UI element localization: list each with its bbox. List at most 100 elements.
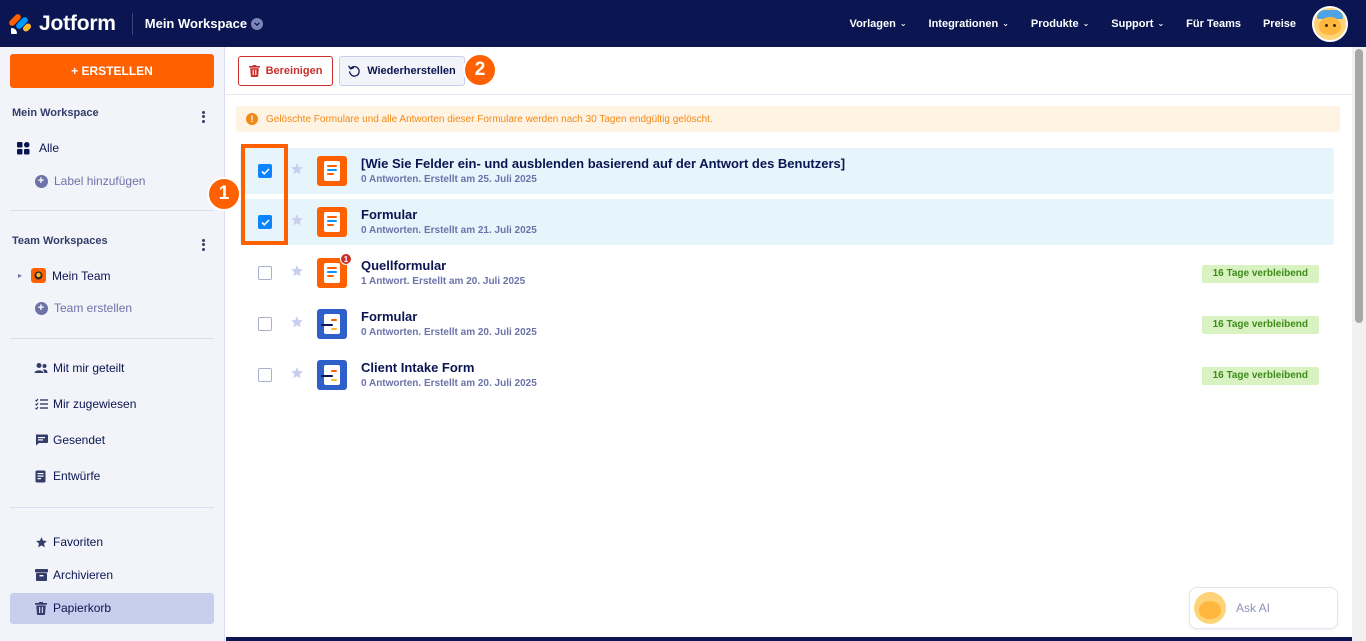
row-checkbox[interactable] <box>258 266 272 280</box>
nav-preise[interactable]: Preise <box>1263 18 1296 30</box>
clean-button-label: Bereinigen <box>265 65 323 77</box>
warning-icon: ! <box>246 113 258 125</box>
sidebar-item-drafts[interactable]: Entwürfe <box>34 469 100 483</box>
form-meta: 0 Antworten. Erstellt am 25. Juli 2025 <box>361 174 537 185</box>
users-icon <box>34 361 48 375</box>
main-nav: Vorlagen ⌄ Integrationen ⌄ Produkte ⌄ Suppo… <box>828 0 1348 47</box>
form-icon <box>317 207 347 237</box>
checklist-icon <box>34 397 48 411</box>
form-title[interactable]: Formular <box>361 207 417 222</box>
jotform-logo[interactable]: Jotform <box>7 12 116 36</box>
team-workspaces-title: Team Workspaces <box>12 235 108 247</box>
form-meta: 0 Antworten. Erstellt am 20. Juli 2025 <box>361 378 537 389</box>
nav-label: Vorlagen <box>849 17 896 30</box>
star-icon[interactable] <box>290 162 304 176</box>
top-navigation-bar: Jotform Mein Workspace Vorlagen ⌄ Integra… <box>0 0 1366 47</box>
ask-ai-button[interactable]: Ask AI <box>1189 587 1338 629</box>
nav-label: Produkte <box>1030 17 1079 30</box>
star-icon[interactable] <box>290 366 304 380</box>
grid-icon <box>16 141 30 155</box>
add-label-button[interactable]: + Label hinzufügen <box>34 174 145 188</box>
notification-badge: 1 <box>340 253 352 265</box>
list-item[interactable]: 1 Quellformular 1 Antwort. Erstellt am 2… <box>240 250 1334 296</box>
caret-right-icon: ▸ <box>18 271 23 280</box>
sidebar-item-archive[interactable]: Archivieren <box>34 568 113 582</box>
list-item[interactable]: Client Intake Form 0 Antworten. Erstellt… <box>240 352 1334 398</box>
days-remaining-badge: 16 Tage verbleibend <box>1201 367 1319 385</box>
sidebar-item-favorites[interactable]: Favoriten <box>34 535 103 549</box>
sidebar-item-assigned[interactable]: Mir zugewiesen <box>34 397 136 411</box>
sidebar-item-label: Papierkorb <box>53 601 112 615</box>
team-icon <box>31 268 47 283</box>
days-remaining-badge: 16 Tage verbleibend <box>1201 265 1319 283</box>
form-meta: 0 Antworten. Erstellt am 20. Juli 2025 <box>361 327 537 338</box>
sidebar-item-sent[interactable]: Gesendet <box>34 433 105 447</box>
sidebar-item-shared[interactable]: Mit mir geteilt <box>34 361 124 375</box>
row-checkbox[interactable] <box>258 317 272 331</box>
chevron-down-icon <box>251 17 264 30</box>
scrollbar-thumb[interactable] <box>1355 49 1363 323</box>
archive-icon <box>34 568 48 582</box>
form-meta: 0 Antworten. Erstellt am 21. Juli 2025 <box>361 225 537 236</box>
form-title[interactable]: [Wie Sie Felder ein- und ausblenden basi… <box>361 156 845 171</box>
list-item[interactable]: Formular 0 Antworten. Erstellt am 20. Ju… <box>240 301 1334 347</box>
restore-button-label: Wiederherstellen <box>367 65 456 77</box>
workspace-switcher[interactable]: Mein Workspace <box>144 16 264 31</box>
nav-fuer-teams[interactable]: Für Teams <box>1186 18 1241 30</box>
sidebar-item-trash[interactable]: Papierkorb <box>34 601 111 615</box>
jotform-logo-icon <box>7 12 33 35</box>
create-button[interactable]: + ERSTELLEN <box>10 54 214 88</box>
row-checkbox[interactable] <box>258 368 272 382</box>
nav-integrationen[interactable]: Integrationen ⌄ <box>929 18 1009 30</box>
nav-produkte[interactable]: Produkte ⌄ <box>1031 18 1089 30</box>
more-options-icon[interactable] <box>200 237 206 252</box>
sidebar: + ERSTELLEN Mein Workspace Alle + Label … <box>0 47 225 641</box>
form-title[interactable]: Quellformular <box>361 258 446 273</box>
trash-icon <box>34 601 48 615</box>
sidebar-item-label: Alle <box>39 141 60 155</box>
nav-label: Für Teams <box>1186 17 1241 30</box>
sidebar-item-label: Team erstellen <box>54 301 133 315</box>
sidebar-item-label: Mein Team <box>52 268 111 283</box>
user-avatar[interactable] <box>1312 5 1348 42</box>
step-marker-1: 1 <box>207 177 241 211</box>
deletion-notice: ! Gelöschte Formulare und alle Antworten… <box>236 106 1340 132</box>
star-icon[interactable] <box>290 315 304 329</box>
form-title[interactable]: Formular <box>361 309 417 324</box>
more-options-icon[interactable] <box>200 109 206 124</box>
message-icon <box>34 433 48 447</box>
nav-label: Preise <box>1262 17 1296 30</box>
create-team-button[interactable]: + Team erstellen <box>34 301 132 315</box>
restore-button[interactable]: Wiederherstellen <box>339 56 465 86</box>
my-workspace-title: Mein Workspace <box>12 107 99 119</box>
sidebar-item-label: Archivieren <box>53 568 114 582</box>
form-icon: 1 <box>317 253 352 288</box>
form-icon <box>317 309 347 339</box>
form-title[interactable]: Client Intake Form <box>361 360 474 375</box>
nav-vorlagen[interactable]: Vorlagen ⌄ <box>850 18 907 30</box>
form-icon <box>317 360 347 390</box>
chevron-down-icon: ⌄ <box>899 19 907 28</box>
star-icon <box>34 535 48 549</box>
chevron-down-icon: ⌄ <box>1082 19 1090 28</box>
nav-support[interactable]: Support ⌄ <box>1111 18 1164 30</box>
step-marker-2: 2 <box>463 53 497 87</box>
list-item[interactable]: [Wie Sie Felder ein- und ausblenden basi… <box>240 148 1334 194</box>
sidebar-item-my-team[interactable]: ▸ Mein Team <box>18 268 111 283</box>
list-item[interactable]: Formular 0 Antworten. Erstellt am 21. Ju… <box>240 199 1334 245</box>
deletion-notice-text: Gelöschte Formulare und alle Antworten d… <box>266 113 713 125</box>
trash-toolbar: Bereinigen Wiederherstellen <box>226 47 1352 95</box>
sidebar-item-label: Mit mir geteilt <box>53 361 125 375</box>
nav-label: Support <box>1111 17 1154 30</box>
bottom-edge <box>226 637 1352 641</box>
chevron-down-icon: ⌄ <box>1157 19 1165 28</box>
trash-icon <box>248 65 260 77</box>
star-icon[interactable] <box>290 213 304 227</box>
scrollbar[interactable] <box>1352 47 1366 641</box>
sidebar-item-all[interactable]: Alle <box>16 141 59 155</box>
workspace-switcher-label: Mein Workspace <box>144 16 248 31</box>
star-icon[interactable] <box>290 264 304 278</box>
clean-button[interactable]: Bereinigen <box>238 56 333 86</box>
ask-ai-label: Ask AI <box>1236 601 1271 615</box>
divider <box>10 210 214 211</box>
